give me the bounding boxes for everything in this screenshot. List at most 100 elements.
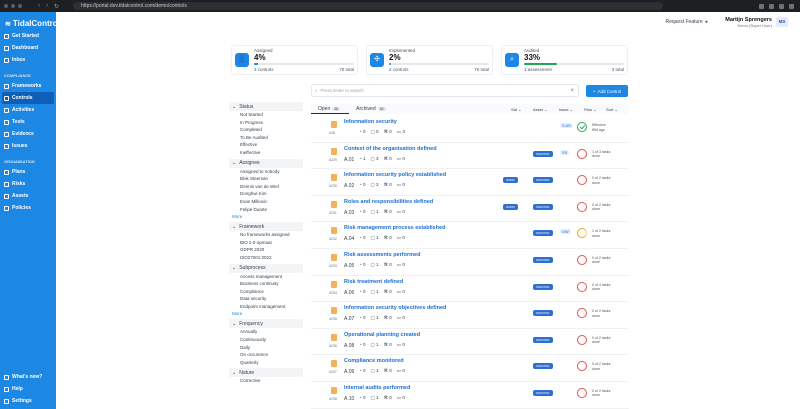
table-row[interactable]: #28 Information security ◔ 0 ▢ 0 ⌘ 0 ▭ 3 S.6S E… bbox=[311, 116, 629, 143]
filter-option[interactable]: No frameworks assigned bbox=[229, 231, 303, 239]
filter-option[interactable]: On occurence bbox=[229, 351, 303, 359]
framework-badge[interactable]: GDPR bbox=[503, 177, 518, 184]
sidebar-item-controls[interactable]: Controls bbox=[2, 92, 54, 104]
filter-header-framework[interactable]: ⌄ Framework bbox=[229, 222, 303, 232]
table-row[interactable]: #233 Risk assessments performed A.05 ◔ 0 ▢ 1… bbox=[311, 249, 629, 276]
filter-header-status[interactable]: ⌄ Status bbox=[229, 102, 303, 111]
back-arrow-icon[interactable]: ‹ bbox=[38, 3, 40, 10]
table-row[interactable]: #236 Operational planning created A.08 ◔ 0 ▢… bbox=[311, 329, 629, 356]
filter-option[interactable]: Dennis van de Wiel bbox=[229, 183, 303, 191]
browser-extensions[interactable] bbox=[759, 3, 794, 9]
framework-badge[interactable]: ISO27001 bbox=[533, 177, 553, 184]
search-input[interactable]: ⌕ Press Enter to search × bbox=[311, 84, 579, 97]
filter-option[interactable]: Blok Steeman bbox=[229, 175, 303, 183]
forward-arrow-icon[interactable]: › bbox=[46, 3, 48, 10]
window-controls[interactable] bbox=[4, 4, 22, 8]
framework-badge[interactable]: ISO27001 bbox=[533, 283, 553, 290]
control-title[interactable]: Compliance monitored bbox=[344, 358, 404, 364]
filter-option[interactable]: Assigned to nobody bbox=[229, 168, 303, 176]
control-title[interactable]: Information security objectives defined bbox=[344, 305, 446, 311]
filter-header-nature[interactable]: ⌄ Nature bbox=[229, 368, 303, 378]
filter-option[interactable]: Compliance bbox=[229, 288, 303, 296]
filter-option[interactable]: Quarterly bbox=[229, 359, 303, 367]
table-row[interactable]: #237 Compliance monitored A.09 ◔ 0 ▢ 1 ⌘ 0 ▭ 0… bbox=[311, 355, 629, 382]
filter-option[interactable]: Business continuity bbox=[229, 280, 303, 288]
sidebar-item-plans[interactable]: Plans bbox=[0, 166, 56, 178]
sidebar-item-help[interactable]: Help bbox=[0, 383, 56, 395]
control-title[interactable]: Risk management process established bbox=[344, 225, 445, 231]
framework-badge[interactable]: GDPR bbox=[503, 203, 518, 210]
control-title[interactable]: Operational planning created bbox=[344, 332, 420, 338]
filter-option[interactable]: Felipe Duarte bbox=[229, 206, 303, 214]
table-row[interactable]: #229 Context of the organisation defined A… bbox=[311, 143, 629, 170]
tab-open[interactable]: Open 36 bbox=[311, 104, 350, 114]
control-title[interactable]: Roles and responsibilities defined bbox=[344, 199, 433, 205]
sidebar-item-get-started[interactable]: Get Started bbox=[0, 30, 56, 42]
filter-option[interactable]: Corrective bbox=[229, 377, 303, 385]
table-row[interactable]: #231 Roles and responsibilities defined A.… bbox=[311, 196, 629, 223]
sidebar-item-inbox[interactable]: Inbox bbox=[0, 54, 56, 66]
column-issue[interactable]: Issue ⌄ bbox=[559, 107, 573, 112]
filter-option[interactable]: BIO 2.0-opmaat bbox=[229, 239, 303, 247]
sidebar-item-evidence[interactable]: Evidence bbox=[0, 128, 56, 140]
filter-option[interactable]: ISO27001:2022 bbox=[229, 254, 303, 262]
framework-badge[interactable]: ISO27001 bbox=[533, 203, 553, 210]
sidebar-item-settings[interactable]: Settings bbox=[0, 395, 56, 407]
address-bar[interactable]: https://portal.dev.tidalcontrol.com/demo… bbox=[73, 2, 664, 10]
summary-card-audited[interactable]: ⌕ Audited 33% 1 assessment 3 total bbox=[501, 45, 628, 75]
filter-option[interactable]: Endpoint management bbox=[229, 303, 303, 311]
avatar[interactable]: MS bbox=[776, 17, 788, 27]
clear-search-icon[interactable]: × bbox=[570, 88, 574, 94]
control-title[interactable]: Internal audits performed bbox=[344, 385, 410, 391]
filter-option[interactable]: In Progress bbox=[229, 119, 303, 127]
owner-initials[interactable]: DW bbox=[560, 229, 571, 235]
column-std[interactable]: Std ⌄ bbox=[511, 107, 521, 112]
framework-badge[interactable]: ISO27001 bbox=[533, 150, 553, 157]
control-title[interactable]: Risk assessments performed bbox=[344, 252, 420, 258]
summary-card-implemented[interactable]: ✣ Implemented 2% 2 controls 70 total bbox=[366, 45, 493, 75]
framework-badge[interactable]: ISO27001 bbox=[533, 336, 553, 343]
filter-option[interactable]: Access management bbox=[229, 273, 303, 281]
table-row[interactable]: #238 Internal audits performed A.10 ◔ 0 ▢ 1 ⌘… bbox=[311, 382, 629, 409]
filter-option[interactable]: Ineffective bbox=[229, 149, 303, 157]
filter-option[interactable]: Continuously bbox=[229, 336, 303, 344]
owner-initials[interactable]: S.6S bbox=[560, 123, 573, 128]
filter-header-assignee[interactable]: ⌄ Assignee bbox=[229, 158, 303, 168]
framework-badge[interactable]: ISO27001 bbox=[533, 310, 553, 317]
framework-badge[interactable]: ISO27001 bbox=[533, 230, 553, 237]
framework-badge[interactable]: ISO27001 bbox=[533, 256, 553, 263]
table-row[interactable]: #230 Information security policy establis… bbox=[311, 169, 629, 196]
user-menu[interactable]: Martijn Sprengers Demo (Super User) bbox=[725, 17, 772, 28]
filter-option[interactable]: Data security bbox=[229, 295, 303, 303]
sidebar-item-frameworks[interactable]: Frameworks bbox=[0, 80, 56, 92]
sidebar-item-activities[interactable]: Activities bbox=[0, 104, 56, 116]
filter-more-link[interactable]: More bbox=[229, 310, 303, 317]
filter-option[interactable]: To Be Audited bbox=[229, 134, 303, 142]
control-title[interactable]: Information security policy established bbox=[344, 172, 446, 178]
add-control-button[interactable]: + Add Control bbox=[586, 85, 628, 97]
filter-option[interactable]: Evan Milkovic bbox=[229, 198, 303, 206]
table-row[interactable]: #234 Risk treatment defined A.06 ◔ 0 ▢ 1 ⌘ 0 ▭… bbox=[311, 276, 629, 303]
browser-nav[interactable]: ‹ › ↻ bbox=[38, 3, 59, 10]
owner-initials[interactable]: SS bbox=[560, 149, 570, 155]
column-asset[interactable]: Asset ⌄ bbox=[533, 107, 547, 112]
filter-option[interactable]: Annually bbox=[229, 328, 303, 336]
filter-more-link[interactable]: More bbox=[229, 213, 303, 220]
filter-header-subprocess[interactable]: ⌄ Subprocess bbox=[229, 263, 303, 273]
filter-option[interactable]: Not Started bbox=[229, 111, 303, 119]
filter-option[interactable]: GDPR 2020 bbox=[229, 246, 303, 254]
request-feature-link[interactable]: Request Feature ◂ bbox=[665, 19, 707, 25]
framework-badge[interactable]: ISO27001 bbox=[533, 389, 553, 396]
filter-header-frequency[interactable]: ⌄ Frequency bbox=[229, 319, 303, 329]
sidebar-item-what-s-new[interactable]: What's new? bbox=[0, 371, 56, 383]
sidebar-item-dashboard[interactable]: Dashboard bbox=[0, 42, 56, 54]
brand-logo[interactable]: ≋ TidalControl bbox=[0, 12, 60, 30]
tab-archived[interactable]: Archived 33 bbox=[349, 104, 394, 114]
column-plan[interactable]: Plan ⌄ bbox=[584, 107, 596, 112]
filter-option[interactable]: Effective bbox=[229, 141, 303, 149]
control-title[interactable]: Risk treatment defined bbox=[344, 279, 403, 285]
sidebar-item-assets[interactable]: Assets bbox=[0, 190, 56, 202]
column-sort[interactable]: Sort ⌄ bbox=[606, 107, 618, 112]
control-title[interactable]: Context of the organisation defined bbox=[344, 146, 437, 152]
table-row[interactable]: #235 Information security objectives defi… bbox=[311, 302, 629, 329]
